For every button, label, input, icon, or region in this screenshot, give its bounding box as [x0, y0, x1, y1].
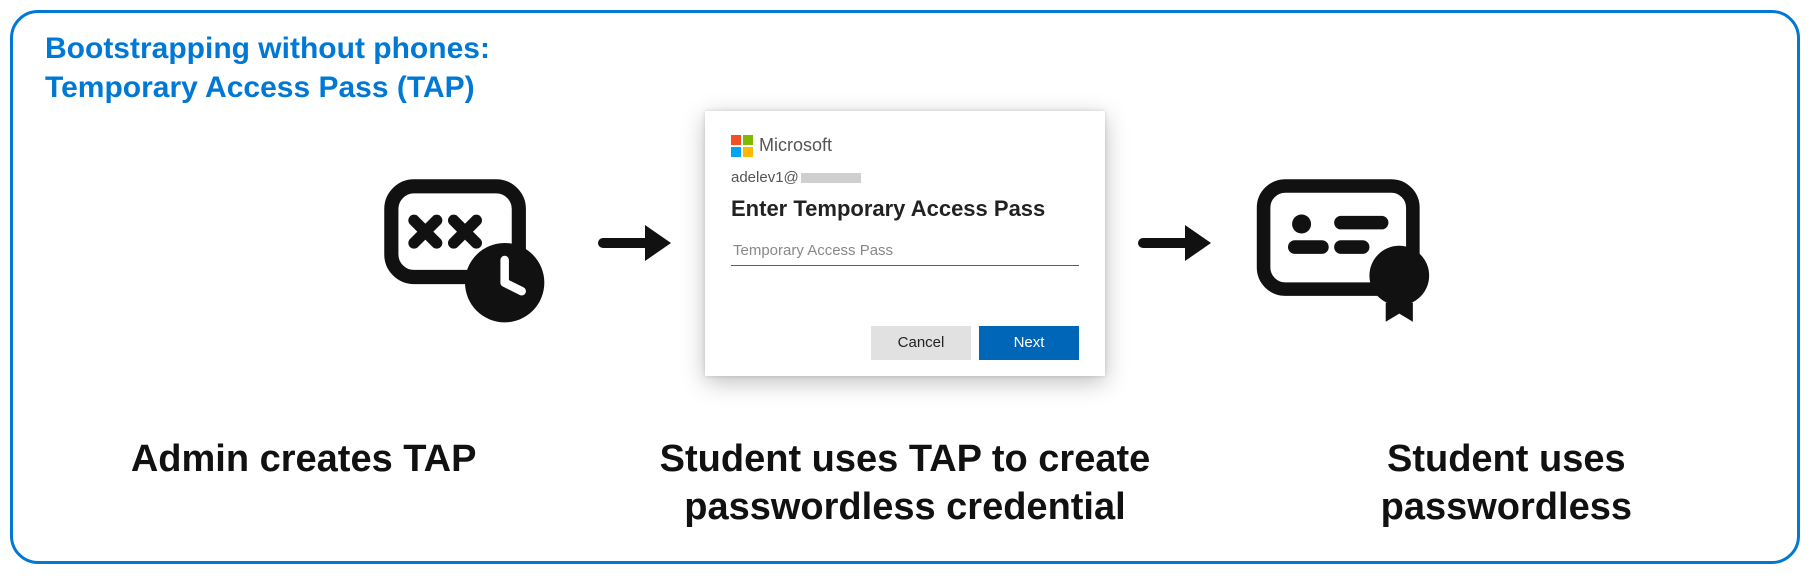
captions-row: Admin creates TAP Student uses TAP to cr…: [13, 436, 1797, 531]
dialog-heading: Enter Temporary Access Pass: [731, 196, 1079, 222]
arrow-right-icon: [595, 203, 675, 283]
dialog-buttons: Cancel Next: [731, 326, 1079, 360]
caption-step3: Student uses passwordless: [1296, 436, 1716, 531]
account-prefix: adelev1@: [731, 169, 799, 186]
brand-text: Microsoft: [759, 135, 832, 156]
caption-step3-line2: passwordless: [1381, 486, 1632, 528]
account-line: adelev1@: [731, 169, 1079, 186]
microsoft-logo-icon: [731, 135, 753, 157]
next-button[interactable]: Next: [979, 326, 1079, 360]
caption-step2-line1: Student uses TAP to create: [660, 438, 1151, 480]
caption-step2-line2: passwordless credential: [684, 486, 1125, 528]
credential-badge-icon: [1245, 143, 1445, 343]
steps-row: Microsoft adelev1@ Enter Temporary Acces…: [13, 63, 1797, 423]
caption-step3-line1: Student uses: [1387, 438, 1626, 480]
caption-step2: Student uses TAP to create passwordless …: [595, 436, 1215, 531]
microsoft-brand: Microsoft: [731, 135, 1079, 157]
step-admin-creates-tap: [365, 143, 565, 343]
tap-input[interactable]: [731, 238, 1079, 266]
password-clock-icon: [365, 143, 565, 343]
step-tap-dialog: Microsoft adelev1@ Enter Temporary Acces…: [705, 111, 1105, 376]
caption-step1: Admin creates TAP: [94, 436, 514, 484]
tap-dialog: Microsoft adelev1@ Enter Temporary Acces…: [705, 111, 1105, 376]
account-masked: [801, 173, 861, 183]
arrow-right-icon: [1135, 203, 1215, 283]
diagram-frame: Bootstrapping without phones: Temporary …: [10, 10, 1800, 564]
cancel-button[interactable]: Cancel: [871, 326, 971, 360]
step-student-passwordless: [1245, 143, 1445, 343]
title-line1: Bootstrapping without phones:: [45, 32, 490, 65]
